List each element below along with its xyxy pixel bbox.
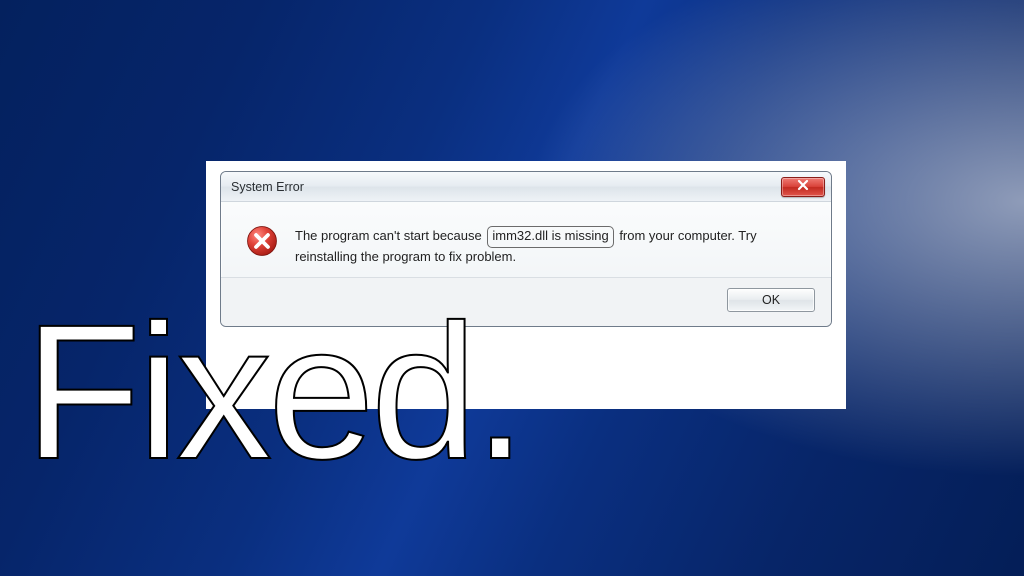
dialog-body: The program can't start because imm32.dl… (221, 202, 831, 277)
outer-card: System Error (206, 161, 846, 409)
dialog-titlebar[interactable]: System Error (221, 172, 831, 202)
close-button[interactable] (781, 177, 825, 197)
close-icon (797, 178, 809, 196)
dialog-title: System Error (231, 180, 304, 194)
system-error-dialog: System Error (220, 171, 832, 327)
dialog-footer: OK (221, 277, 831, 326)
message-prefix: The program can't start because (295, 228, 482, 243)
message-highlight: imm32.dll is missing (487, 226, 613, 248)
dialog-message: The program can't start because imm32.dl… (295, 224, 807, 267)
ok-button[interactable]: OK (727, 288, 815, 312)
error-icon (245, 224, 279, 258)
